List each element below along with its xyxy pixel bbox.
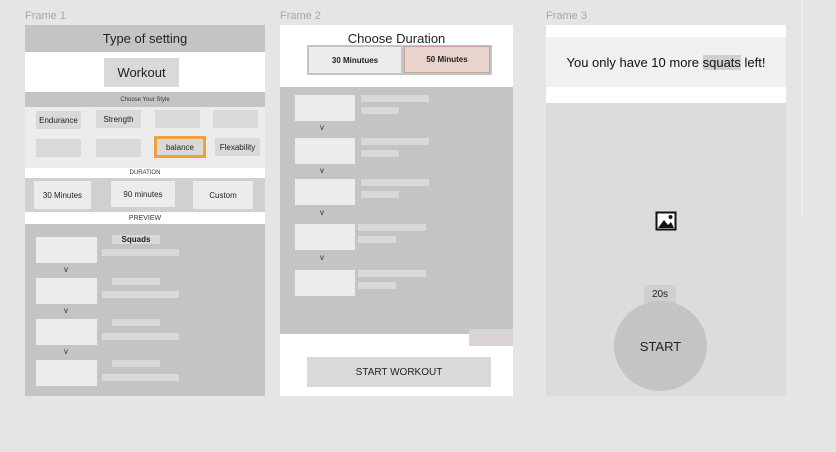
remaining-message-suffix: left!	[740, 54, 766, 70]
style-option-empty-1[interactable]	[155, 110, 200, 128]
style-option-empty-2[interactable]	[213, 110, 258, 128]
style-grid: Endurance Strength balance Flexability	[25, 107, 265, 168]
preview-text-line	[102, 333, 179, 340]
chevron-down-icon: v	[320, 253, 324, 262]
frame1-title: Type of setting	[102, 31, 188, 46]
exercise-text-line	[358, 282, 396, 289]
exercise-text-line	[361, 95, 429, 102]
exercise-text-line	[361, 150, 399, 157]
duration-option-30[interactable]: 30 Minutues	[309, 47, 401, 73]
style-option-strength[interactable]: Strength	[96, 110, 141, 128]
preview-text-line	[102, 249, 179, 256]
chevron-down-icon: v	[64, 347, 68, 356]
frame2-label: Frame 2	[280, 10, 321, 22]
chevron-down-icon: v	[320, 208, 324, 217]
exercise-text-line	[358, 270, 426, 277]
style-option-empty-4[interactable]	[96, 139, 141, 157]
preview-header: PREVIEW	[25, 212, 265, 224]
chevron-down-icon: v	[64, 306, 68, 315]
exercise-text-line	[361, 107, 399, 114]
remaining-message-text: You only have 10 more	[566, 54, 703, 70]
preview-exercise-name: Squads	[112, 235, 160, 244]
chevron-down-icon: v	[320, 123, 324, 132]
frame3-label: Frame 3	[546, 10, 587, 22]
duration-header: DURATION	[25, 168, 265, 178]
preview-text-line	[102, 374, 179, 381]
chevron-down-icon: v	[320, 166, 324, 175]
start-button[interactable]: START	[614, 301, 707, 391]
exercise-text-line	[358, 236, 396, 243]
style-option-flexability[interactable]: Flexability	[215, 138, 260, 156]
preview-text-line	[112, 360, 160, 367]
preview-text-line	[102, 291, 179, 298]
exercise-thumbnail	[295, 179, 355, 205]
preview-text-line	[112, 319, 160, 326]
preview-thumbnail	[36, 237, 97, 263]
duration-row: 30 Minutes 90 minutes Custom	[25, 178, 265, 212]
workout-section: Workout	[25, 52, 265, 92]
frame2: Choose Duration 30 Minutues 50 Minutes v…	[280, 25, 513, 396]
image-placeholder-icon	[655, 211, 677, 231]
exercise-text-line	[361, 138, 429, 145]
panel-divider	[802, 0, 803, 216]
duration-option-30[interactable]: 30 Minutes	[34, 181, 91, 209]
scroll-indicator[interactable]	[469, 329, 513, 346]
duration-option-custom[interactable]: Custom	[193, 181, 253, 209]
preview-text-line	[112, 278, 160, 285]
duration-option-50[interactable]: 50 Minutes	[404, 46, 490, 73]
style-option-endurance[interactable]: Endurance	[36, 111, 81, 129]
style-header: Choose Your Style	[120, 96, 170, 103]
start-workout-button[interactable]: START WORKOUT	[307, 357, 491, 387]
exercise-thumbnail	[295, 270, 355, 296]
exercise-highlight: squats	[702, 54, 741, 70]
exercise-text-line	[361, 191, 399, 198]
duration-option-90[interactable]: 90 minutes	[111, 181, 175, 207]
style-option-balance[interactable]: balance	[154, 136, 206, 158]
frame1-label: Frame 1	[25, 10, 66, 22]
frame1: Type of setting Workout Choose Your Styl…	[25, 25, 265, 396]
chevron-down-icon: v	[64, 265, 68, 274]
message-area: You only have 10 more squats left!	[546, 25, 786, 103]
frame3: You only have 10 more squats left! 20s S…	[546, 25, 786, 396]
workout-button[interactable]: Workout	[104, 58, 179, 87]
exercise-list: v v v v	[280, 87, 513, 346]
exercise-thumbnail	[295, 138, 355, 164]
preview-thumbnail	[36, 278, 97, 304]
exercise-thumbnail	[295, 224, 355, 250]
exercise-text-line	[358, 224, 426, 231]
exercise-thumbnail	[295, 95, 355, 121]
preview-thumbnail	[36, 319, 97, 345]
remaining-message: You only have 10 more squats left!	[546, 37, 786, 87]
preview-thumbnail	[36, 360, 97, 386]
exercise-text-line	[361, 179, 429, 186]
style-option-empty-3[interactable]	[36, 139, 81, 157]
duration-toggle: 30 Minutues 50 Minutes	[307, 45, 492, 75]
